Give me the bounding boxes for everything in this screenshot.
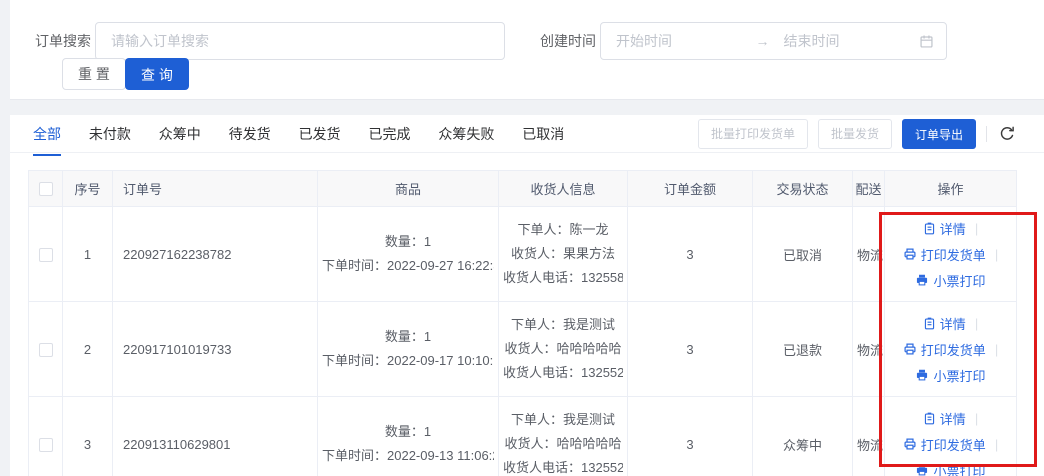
header-consignee: 收货人信息 <box>499 171 628 207</box>
product-cell: 数量：1 下单时间：2022-09-13 11:06:29 <box>318 397 499 476</box>
reset-button[interactable]: 重 置 <box>62 58 126 90</box>
header-product: 商品 <box>318 171 499 207</box>
tab-crowdfund-failed[interactable]: 众筹失败 <box>438 115 494 156</box>
row-checkbox[interactable] <box>39 248 53 262</box>
batch-print-invoice-button[interactable]: 批量打印发货单 <box>698 119 808 149</box>
detail-link[interactable]: 详情 <box>923 314 966 333</box>
printer-filled-icon <box>915 463 929 476</box>
consignee-cell: 下单人：我是测试 收货人：哈哈哈哈哈 收货人电话：13255225522 <box>499 397 628 476</box>
document-icon <box>923 222 936 235</box>
tab-to-ship[interactable]: 待发货 <box>229 115 271 156</box>
action-divider: | <box>975 411 978 426</box>
created-time-range-picker[interactable]: 开始时间 → 结束时间 <box>600 22 947 60</box>
printer-icon <box>903 437 917 451</box>
row-index: 2 <box>63 302 113 397</box>
status-tabs-bar: 全部 未付款 众筹中 待发货 已发货 已完成 众筹失败 已取消 批量打印发货单 … <box>10 115 1044 153</box>
document-icon <box>923 412 936 425</box>
receipt-print-link[interactable]: 小票打印 <box>915 366 985 385</box>
document-icon <box>923 317 936 330</box>
tab-unpaid[interactable]: 未付款 <box>89 115 131 156</box>
action-divider: | <box>995 247 998 262</box>
order-list-panel: 全部 未付款 众筹中 待发货 已发货 已完成 众筹失败 已取消 批量打印发货单 … <box>10 115 1044 476</box>
header-status: 交易状态 <box>753 171 853 207</box>
actions-cell: 详情 | 打印发货单 | 小票打印 <box>885 397 1017 476</box>
table-row: 2 220917101019733 数量：1 下单时间：2022-09-17 1… <box>29 302 1017 397</box>
header-amount: 订单金额 <box>628 171 753 207</box>
print-invoice-link[interactable]: 打印发货单 <box>903 245 986 264</box>
trade-status: 已取消 <box>753 207 853 302</box>
actions-cell: 详情 | 打印发货单 | 小票打印 <box>885 207 1017 302</box>
actions-cell: 详情 | 打印发货单 | 小票打印 <box>885 302 1017 397</box>
select-all-checkbox[interactable] <box>39 182 53 196</box>
tab-all[interactable]: 全部 <box>33 115 61 156</box>
table-row: 1 220927162238782 数量：1 下单时间：2022-09-27 1… <box>29 207 1017 302</box>
status-tabs: 全部 未付款 众筹中 待发货 已发货 已完成 众筹失败 已取消 <box>33 115 588 153</box>
range-arrow-icon: → <box>752 33 774 49</box>
order-export-button[interactable]: 订单导出 <box>902 119 976 149</box>
order-management-page: 订单搜索 创建时间 开始时间 → 结束时间 重 置 查 询 全部 未付款 众筹中… <box>0 0 1044 476</box>
action-divider: | <box>975 316 978 331</box>
trade-status: 众筹中 <box>753 397 853 476</box>
orders-table: 序号 订单号 商品 收货人信息 订单金额 交易状态 配送 操作 1 220927… <box>28 170 1017 476</box>
trade-status: 已退款 <box>753 302 853 397</box>
action-divider: | <box>995 342 998 357</box>
header-index: 序号 <box>63 171 113 207</box>
order-amount: 3 <box>628 207 753 302</box>
table-toolbar: 批量打印发货单 批量发货 订单导出 <box>698 119 1017 149</box>
order-search-label: 订单搜索 <box>35 22 91 60</box>
tab-completed[interactable]: 已完成 <box>368 115 410 156</box>
calendar-icon <box>919 34 934 49</box>
row-checkbox[interactable] <box>39 438 53 452</box>
query-button[interactable]: 查 询 <box>125 58 189 90</box>
printer-icon <box>903 247 917 261</box>
detail-link[interactable]: 详情 <box>923 219 966 238</box>
consignee-cell: 下单人：我是测试 收货人：哈哈哈哈哈 收货人电话：13255225522 <box>499 302 628 397</box>
select-all-cell <box>29 171 63 207</box>
start-time-placeholder: 开始时间 <box>613 31 752 51</box>
product-cell: 数量：1 下单时间：2022-09-17 10:10:19 <box>318 302 499 397</box>
order-search-input[interactable] <box>95 22 505 60</box>
order-no: 220917101019733 <box>113 302 318 397</box>
created-time-label: 创建时间 <box>540 22 596 60</box>
header-actions: 操作 <box>885 171 1017 207</box>
refresh-icon[interactable] <box>997 124 1017 144</box>
consignee-cell: 下单人：陈一龙 收货人：果果方法 收货人电话：13255884477 <box>499 207 628 302</box>
product-cell: 数量：1 下单时间：2022-09-27 16:22:38 <box>318 207 499 302</box>
order-no: 220913110629801 <box>113 397 318 476</box>
print-invoice-link[interactable]: 打印发货单 <box>903 340 986 359</box>
row-checkbox[interactable] <box>39 343 53 357</box>
batch-ship-button[interactable]: 批量发货 <box>818 119 892 149</box>
print-invoice-link[interactable]: 打印发货单 <box>903 435 986 454</box>
tab-crowdfunding[interactable]: 众筹中 <box>159 115 201 156</box>
printer-icon <box>903 342 917 356</box>
table-row: 3 220913110629801 数量：1 下单时间：2022-09-13 1… <box>29 397 1017 476</box>
printer-filled-icon <box>915 368 929 382</box>
delivery-type: 物流 <box>853 302 885 397</box>
header-delivery: 配送 <box>853 171 885 207</box>
order-no: 220927162238782 <box>113 207 318 302</box>
action-divider: | <box>995 437 998 452</box>
table-header-row: 序号 订单号 商品 收货人信息 订单金额 交易状态 配送 操作 <box>29 171 1017 207</box>
receipt-print-link[interactable]: 小票打印 <box>915 271 985 290</box>
header-order-no: 订单号 <box>113 171 318 207</box>
delivery-type: 物流 <box>853 397 885 476</box>
tab-shipped[interactable]: 已发货 <box>299 115 341 156</box>
printer-filled-icon <box>915 273 929 287</box>
row-index: 3 <box>63 397 113 476</box>
action-divider: | <box>975 221 978 236</box>
order-amount: 3 <box>628 302 753 397</box>
end-time-placeholder: 结束时间 <box>774 31 920 51</box>
order-amount: 3 <box>628 397 753 476</box>
detail-link[interactable]: 详情 <box>923 409 966 428</box>
filter-panel: 订单搜索 创建时间 开始时间 → 结束时间 重 置 查 询 <box>10 0 1044 100</box>
toolbar-divider <box>986 126 987 142</box>
delivery-type: 物流 <box>853 207 885 302</box>
tab-cancelled[interactable]: 已取消 <box>522 115 564 156</box>
row-index: 1 <box>63 207 113 302</box>
receipt-print-link[interactable]: 小票打印 <box>915 461 985 476</box>
